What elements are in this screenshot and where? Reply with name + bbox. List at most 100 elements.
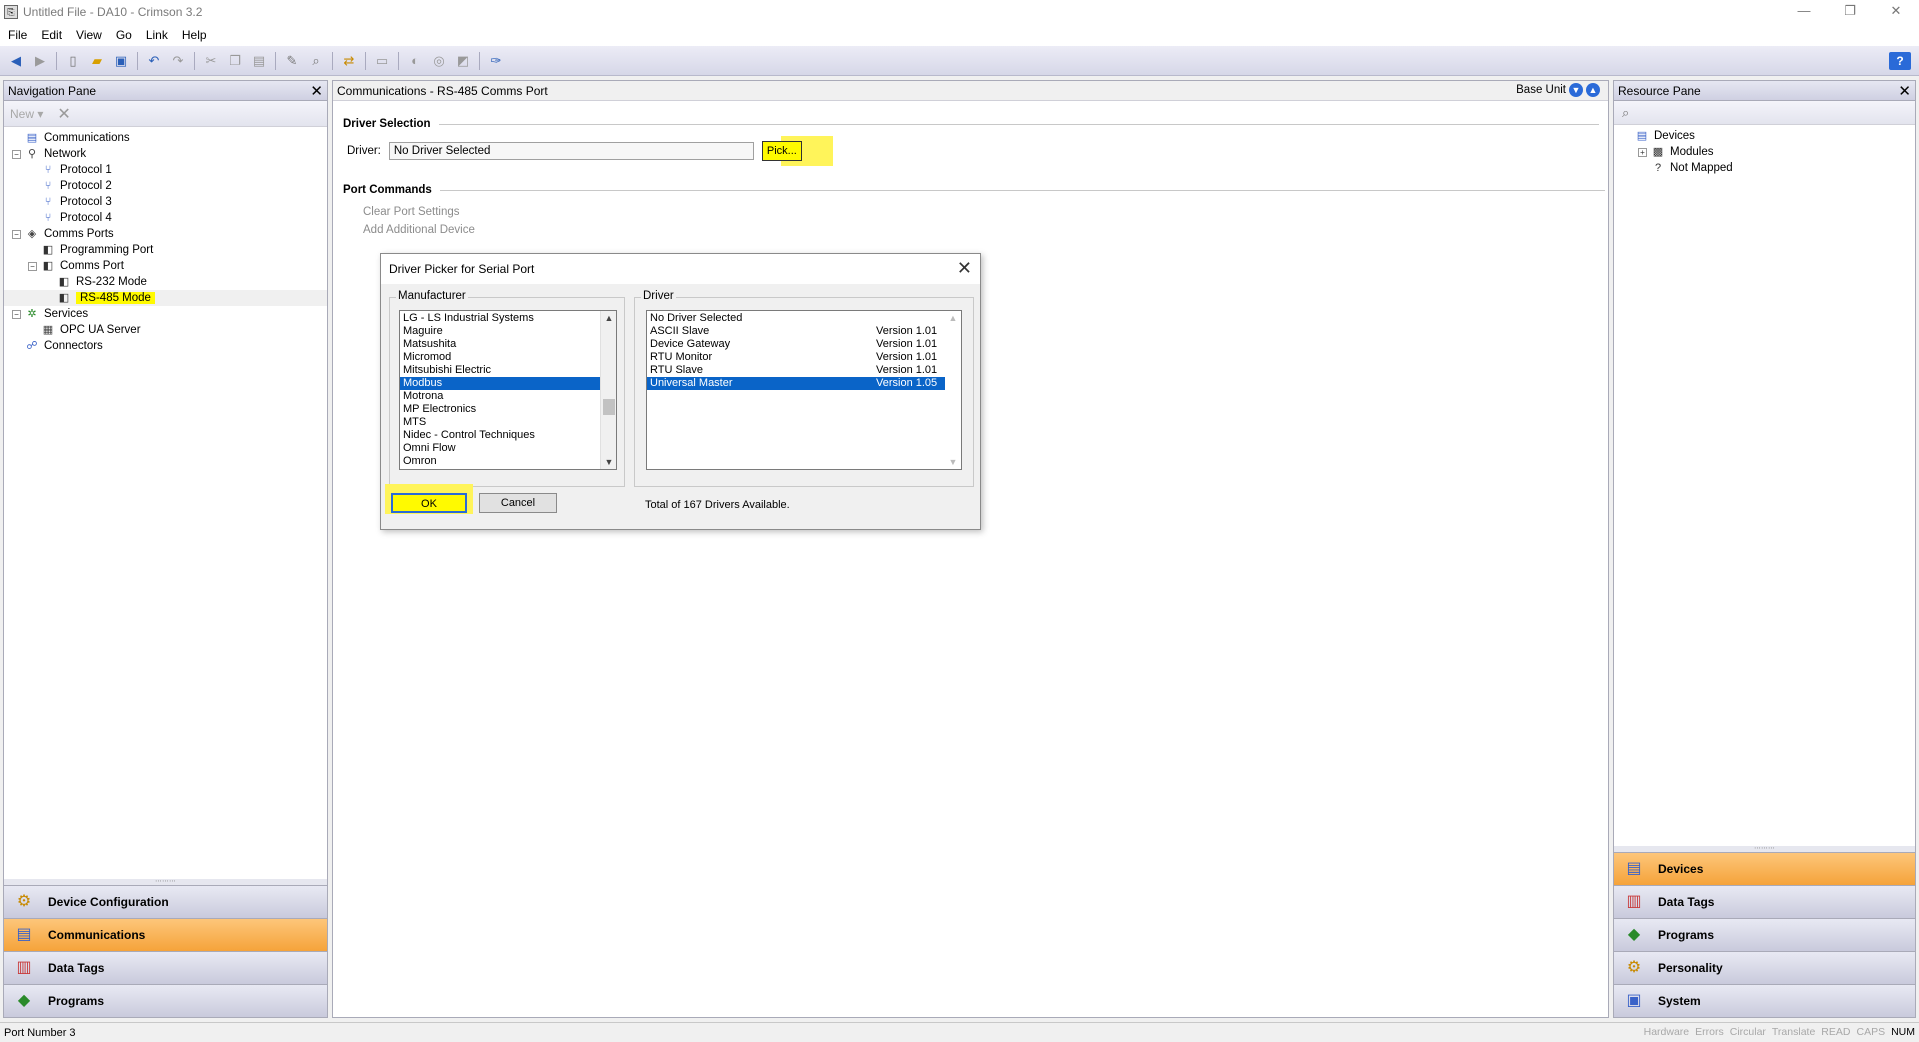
pick-button[interactable]: Pick... xyxy=(761,141,802,161)
scroll-down-icon[interactable]: ▼ xyxy=(945,455,961,469)
menu-file[interactable]: File xyxy=(8,28,27,42)
tree-item[interactable]: ? Not Mapped xyxy=(1614,160,1915,176)
close-icon[interactable]: ✕ xyxy=(1898,82,1911,100)
tree-item[interactable]: − ◈ Comms Ports xyxy=(4,226,327,242)
tree-item[interactable]: ⑂ Protocol 3 xyxy=(4,194,327,210)
scroll-up-icon[interactable]: ▲ xyxy=(945,311,961,325)
tree-item[interactable]: ⑂ Protocol 1 xyxy=(4,162,327,178)
open-folder-icon[interactable]: ▰ xyxy=(88,52,106,70)
collapse-icon[interactable]: − xyxy=(12,309,21,319)
scroll-thumb[interactable] xyxy=(603,399,615,415)
collapse-icon[interactable]: − xyxy=(12,229,21,239)
help-icon[interactable]: ? xyxy=(1889,52,1911,70)
scroll-up-icon[interactable]: ▲ xyxy=(601,311,616,325)
back-icon[interactable]: ◀ xyxy=(7,52,25,70)
collapse-icon[interactable]: − xyxy=(28,261,37,271)
category-button[interactable]: ◆ Programs xyxy=(1614,918,1915,951)
manufacturer-item[interactable]: LG - LS Industrial Systems xyxy=(400,312,601,325)
scroll-down-icon[interactable]: ▼ xyxy=(601,455,616,469)
menu-help[interactable]: Help xyxy=(182,28,207,42)
search-icon[interactable]: ⌕ xyxy=(1622,105,1629,121)
driver-item[interactable]: RTU Monitor Version 1.01 xyxy=(647,351,946,364)
manufacturer-item[interactable]: Matsushita xyxy=(400,338,601,351)
tree-item[interactable]: − ◧ Comms Port xyxy=(4,258,327,274)
manufacturer-item[interactable]: Modbus xyxy=(400,377,601,390)
manufacturer-item[interactable]: MTS xyxy=(400,416,601,429)
send-icon[interactable]: ◎ xyxy=(430,52,448,70)
category-button[interactable]: ⚙ Device Configuration xyxy=(4,885,327,918)
arrow-down-icon[interactable]: ▼ xyxy=(1569,83,1583,97)
delete-icon[interactable]: ✕ xyxy=(57,104,70,124)
driver-item[interactable]: ASCII Slave Version 1.01 xyxy=(647,325,946,338)
manufacturer-item[interactable]: Omni Flow xyxy=(400,442,601,455)
driver-item[interactable]: Universal Master Version 1.05 xyxy=(647,377,946,390)
menu-view[interactable]: View xyxy=(76,28,102,42)
undo-icon[interactable]: ↶ xyxy=(145,52,163,70)
category-button[interactable]: ▥ Data Tags xyxy=(4,951,327,984)
copy-icon[interactable]: ❐ xyxy=(226,52,244,70)
close-window-button[interactable]: ✕ xyxy=(1873,0,1919,24)
expand-icon[interactable]: + xyxy=(1638,147,1647,157)
spell-check-icon[interactable]: ✎ xyxy=(283,52,301,70)
tree-item[interactable]: ☍ Connectors xyxy=(4,338,327,354)
manufacturer-item[interactable]: Mitsubishi Electric xyxy=(400,364,601,377)
driver-scrollbar[interactable]: ▲ ▼ xyxy=(945,311,961,469)
forward-icon[interactable]: ▶ xyxy=(31,52,49,70)
driver-item[interactable]: No Driver Selected xyxy=(647,312,946,325)
manufacturer-listbox[interactable]: LG - LS Industrial Systems Maguire Matsush… xyxy=(399,310,617,470)
save-icon[interactable]: ▣ xyxy=(112,52,130,70)
tree-item[interactable]: + ▩ Modules xyxy=(1614,144,1915,160)
redo-icon[interactable]: ↷ xyxy=(169,52,187,70)
restore-button[interactable]: ❐ xyxy=(1827,0,1873,24)
category-button[interactable]: ▤ Devices xyxy=(1614,852,1915,885)
menu-link[interactable]: Link xyxy=(146,28,168,42)
paste-icon[interactable]: ▤ xyxy=(250,52,268,70)
tree-item[interactable]: ▦ OPC UA Server xyxy=(4,322,327,338)
cancel-button[interactable]: Cancel xyxy=(479,493,557,513)
tree-item[interactable]: ◧ RS-232 Mode xyxy=(4,274,327,290)
link-icon[interactable]: ⇄ xyxy=(340,52,358,70)
new-file-icon[interactable]: ▯ xyxy=(64,52,82,70)
tree-item[interactable]: ▤ Devices xyxy=(1614,128,1915,144)
cut-icon[interactable]: ✂ xyxy=(202,52,220,70)
tree-item[interactable]: ⑂ Protocol 4 xyxy=(4,210,327,226)
manufacturer-item[interactable]: Omron xyxy=(400,455,601,468)
driver-listbox[interactable]: No Driver Selected ASCII Slave Version 1.0… xyxy=(646,310,962,470)
menu-go[interactable]: Go xyxy=(116,28,132,42)
driver-item[interactable]: RTU Slave Version 1.01 xyxy=(647,364,946,377)
collapse-icon[interactable]: − xyxy=(12,149,21,159)
dialog-close-icon[interactable]: ✕ xyxy=(957,258,972,279)
tree-item[interactable]: ⑂ Protocol 2 xyxy=(4,178,327,194)
driver-item[interactable]: Device Gateway Version 1.01 xyxy=(647,338,946,351)
tree-item[interactable]: ◧ RS-485 Mode xyxy=(4,290,327,306)
tree-item[interactable]: − ✲ Services xyxy=(4,306,327,322)
find-icon[interactable]: ⌕ xyxy=(307,52,325,70)
comms-icon[interactable]: ◐ xyxy=(406,52,424,70)
manufacturer-item[interactable]: Motrona xyxy=(400,390,601,403)
resource-search-bar[interactable]: ⌕ xyxy=(1614,101,1915,125)
category-button[interactable]: ▣ System xyxy=(1614,984,1915,1017)
tree-item[interactable]: ◧ Programming Port xyxy=(4,242,327,258)
manufacturer-item[interactable]: Micromod xyxy=(400,351,601,364)
category-button[interactable]: ⚙ Personality xyxy=(1614,951,1915,984)
device-icon[interactable]: ▭ xyxy=(373,52,391,70)
category-button[interactable]: ▥ Data Tags xyxy=(1614,885,1915,918)
manufacturer-item[interactable]: MP Electronics xyxy=(400,403,601,416)
minimize-button[interactable]: — xyxy=(1781,0,1827,24)
manufacturer-item[interactable]: Nidec - Control Techniques xyxy=(400,429,601,442)
tool-icon[interactable]: ✑ xyxy=(487,52,505,70)
clear-port-settings-command[interactable]: Clear Port Settings xyxy=(363,206,460,218)
category-button[interactable]: ▤ Communications xyxy=(4,918,327,951)
tree-item[interactable]: − ⚲ Network xyxy=(4,146,327,162)
tree-item[interactable]: ▤ Communications xyxy=(4,130,327,146)
add-additional-device-command[interactable]: Add Additional Device xyxy=(363,224,475,236)
manufacturer-item[interactable]: Maguire xyxy=(400,325,601,338)
category-button[interactable]: ◆ Programs xyxy=(4,984,327,1017)
upload-icon[interactable]: ◩ xyxy=(454,52,472,70)
close-icon[interactable]: ✕ xyxy=(310,82,323,100)
arrow-up-icon[interactable]: ▲ xyxy=(1586,83,1600,97)
manufacturer-scrollbar[interactable]: ▲ ▼ xyxy=(600,311,616,469)
new-item-button[interactable]: New ▾ xyxy=(10,107,43,121)
menu-edit[interactable]: Edit xyxy=(41,28,62,42)
ok-button[interactable]: OK xyxy=(391,493,467,513)
